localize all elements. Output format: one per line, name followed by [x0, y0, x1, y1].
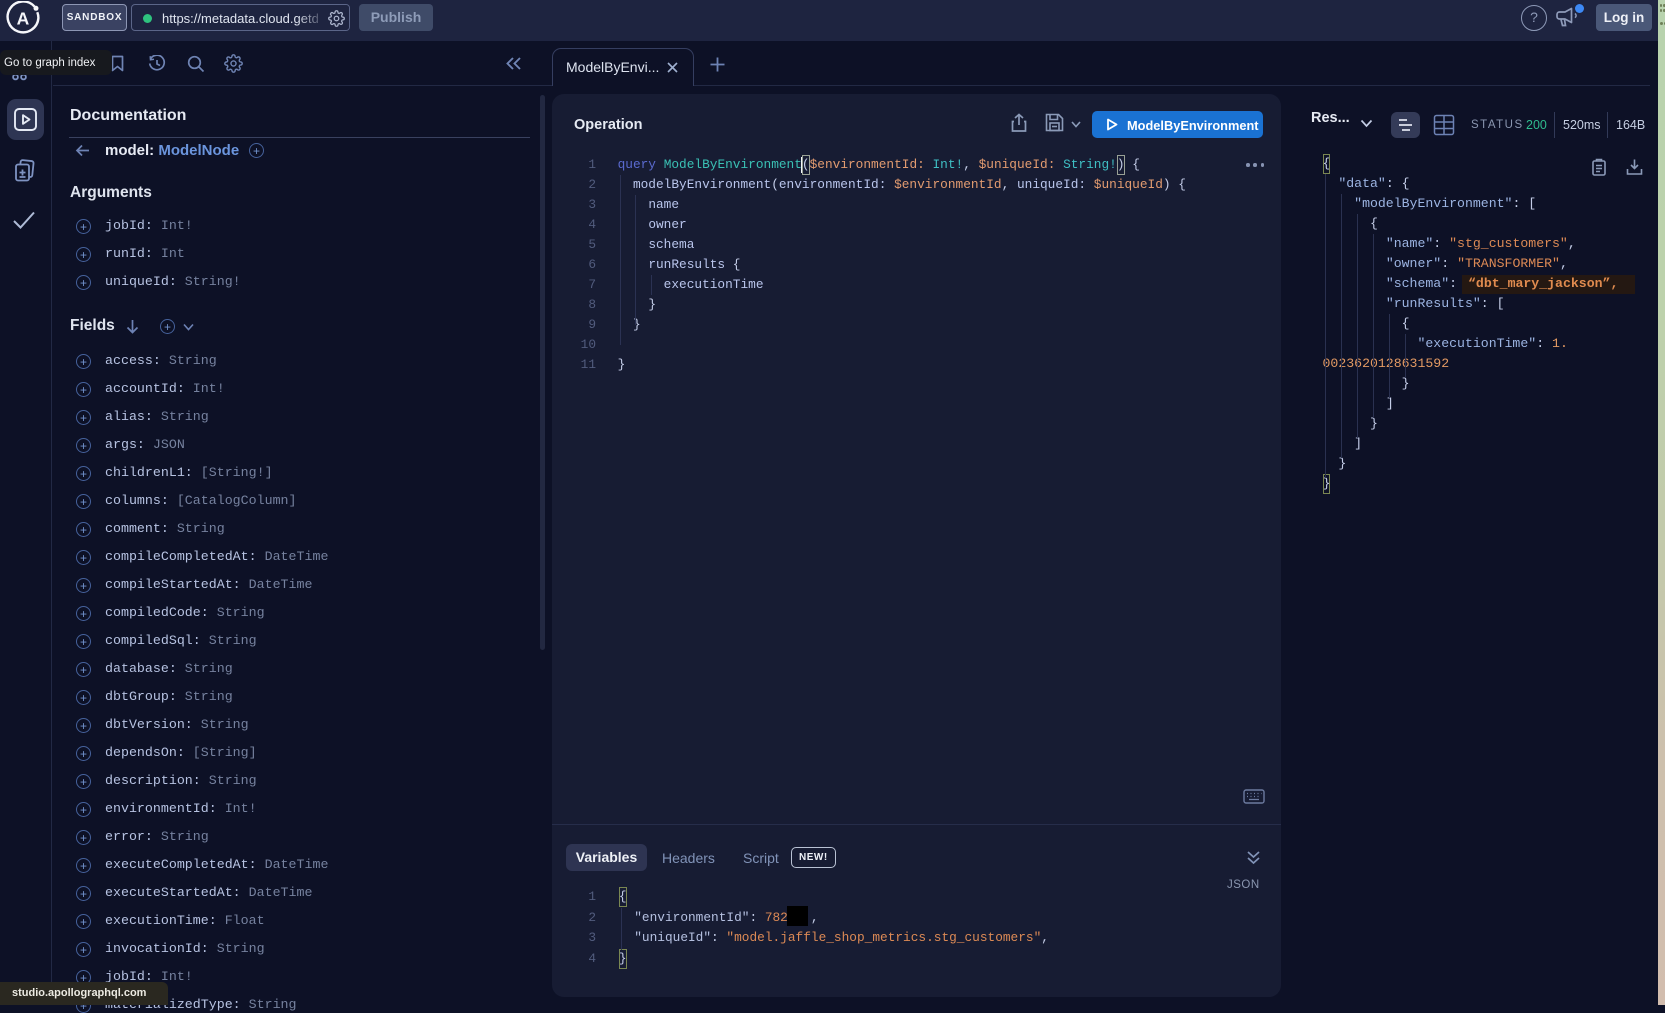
svg-text:A: A — [17, 9, 30, 29]
